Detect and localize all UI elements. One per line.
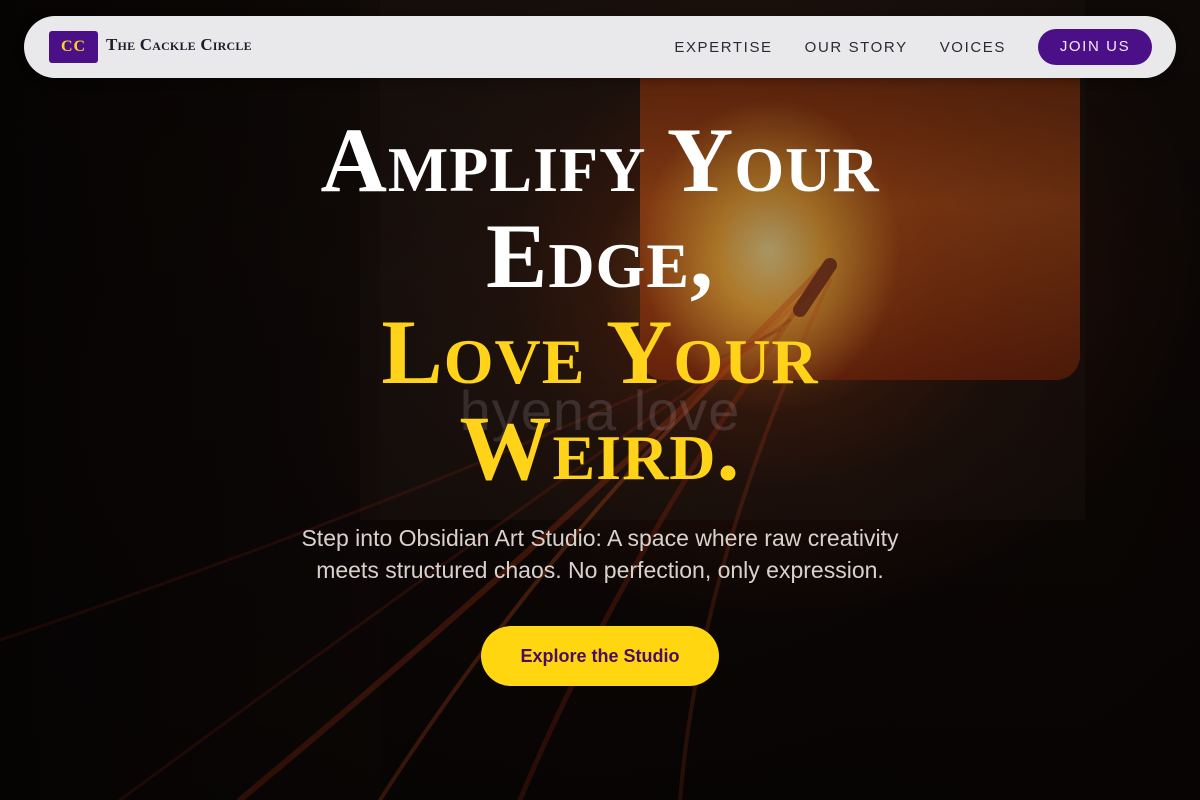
nav-link-our-story[interactable]: OUR STORY [805, 39, 908, 56]
top-navigation-bar: CC The Cackle Circle EXPERTISE OUR STORY… [24, 16, 1176, 78]
landing-page: hyena love CC The Cackle Circle EXPERTIS… [0, 0, 1200, 800]
nav-link-voices[interactable]: VOICES [940, 39, 1006, 56]
nav-links: EXPERTISE OUR STORY VOICES JOIN US [674, 29, 1152, 65]
explore-studio-button[interactable]: Explore the Studio [481, 626, 719, 686]
headline-line-3: Love Your [381, 301, 819, 403]
headline-line-4: Weird. [459, 397, 741, 499]
brand-name[interactable]: The Cackle Circle [106, 35, 252, 55]
headline-line-2: Edge, [485, 205, 715, 307]
nav-link-expertise[interactable]: EXPERTISE [674, 39, 772, 56]
hero-subtext-line-2: meets structured chaos. No perfection, o… [316, 557, 884, 583]
headline-line-1: Amplify Your [320, 109, 880, 211]
hero-subtext: Step into Obsidian Art Studio: A space w… [250, 522, 950, 586]
hero-subtext-line-1: Step into Obsidian Art Studio: A space w… [301, 525, 899, 551]
logo-badge[interactable]: CC [49, 31, 98, 63]
join-us-button[interactable]: JOIN US [1038, 29, 1152, 65]
